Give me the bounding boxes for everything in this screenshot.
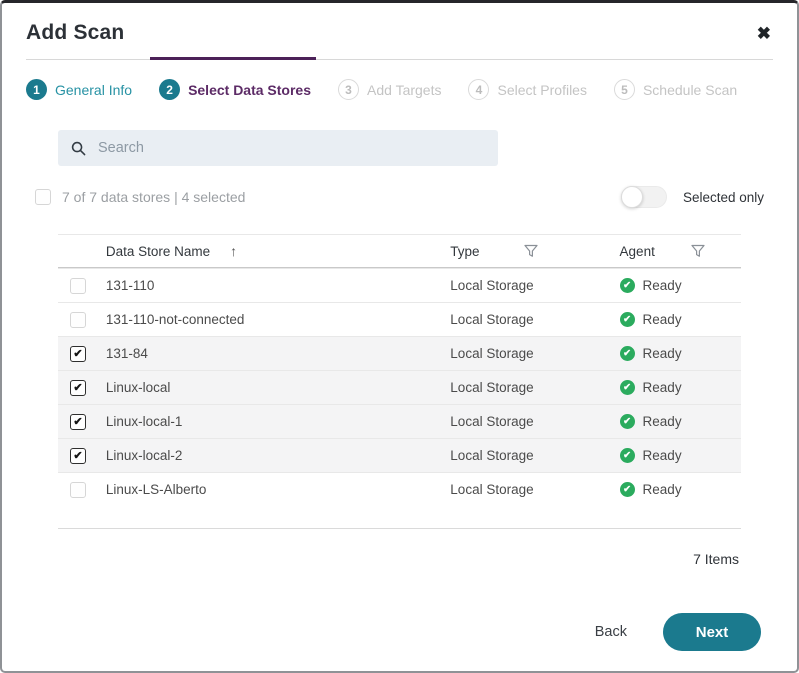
row-checkbox[interactable]: ✔ bbox=[70, 414, 86, 430]
filter-icon[interactable] bbox=[524, 244, 538, 258]
row-checkbox[interactable] bbox=[70, 278, 86, 294]
sort-asc-icon[interactable]: ↑ bbox=[230, 243, 237, 259]
table-row[interactable]: 131-110-not-connected Local Storage ✔ Re… bbox=[58, 302, 741, 336]
agent-status-cell: ✔ Ready bbox=[620, 448, 741, 463]
title-divider bbox=[26, 59, 773, 60]
status-label: Ready bbox=[643, 482, 682, 497]
step-number-badge: 4 bbox=[468, 79, 489, 100]
data-store-name-cell: 131-110 bbox=[106, 278, 450, 293]
step-item: 3 Add Targets bbox=[338, 79, 441, 100]
stepper: 1 General Info 2 Select Data Stores 3 Ad… bbox=[26, 79, 773, 100]
column-header-type[interactable]: Type bbox=[450, 244, 619, 259]
step-label: Select Data Stores bbox=[188, 82, 311, 98]
selection-summary-text: 7 of 7 data stores | 4 selected bbox=[62, 189, 245, 205]
table-header-row: Data Store Name ↑ Type Agent bbox=[58, 234, 741, 268]
row-checkbox[interactable]: ✔ bbox=[70, 448, 86, 464]
table-row[interactable]: 131-110 Local Storage ✔ Ready bbox=[58, 268, 741, 302]
data-store-name-cell: 131-84 bbox=[106, 346, 450, 361]
agent-status-cell: ✔ Ready bbox=[620, 414, 741, 429]
status-label: Ready bbox=[643, 312, 682, 327]
data-store-table: Data Store Name ↑ Type Agent bbox=[58, 234, 741, 506]
agent-status-cell: ✔ Ready bbox=[620, 482, 741, 497]
status-label: Ready bbox=[643, 414, 682, 429]
step-label: Select Profiles bbox=[497, 82, 586, 98]
row-checkbox[interactable]: ✔ bbox=[70, 346, 86, 362]
type-cell: Local Storage bbox=[450, 278, 619, 293]
search-icon bbox=[71, 141, 86, 156]
page-title: Add Scan bbox=[26, 21, 124, 45]
table-body: 131-110 Local Storage ✔ Ready 131-110-no… bbox=[58, 268, 741, 506]
status-ready-icon: ✔ bbox=[620, 380, 635, 395]
select-all-checkbox[interactable] bbox=[35, 189, 51, 205]
row-checkbox[interactable]: ✔ bbox=[70, 380, 86, 396]
step-item[interactable]: 2 Select Data Stores bbox=[159, 79, 311, 100]
data-store-name-cell: Linux-local-1 bbox=[106, 414, 450, 429]
next-button[interactable]: Next bbox=[663, 613, 761, 651]
items-count: 7 Items bbox=[26, 551, 739, 567]
status-ready-icon: ✔ bbox=[620, 482, 635, 497]
step-label: General Info bbox=[55, 82, 132, 98]
selected-only-toggle[interactable] bbox=[621, 186, 667, 208]
column-header-agent[interactable]: Agent bbox=[620, 244, 741, 259]
type-cell: Local Storage bbox=[450, 414, 619, 429]
status-ready-icon: ✔ bbox=[620, 448, 635, 463]
data-store-name-cell: Linux-local bbox=[106, 380, 450, 395]
agent-status-cell: ✔ Ready bbox=[620, 346, 741, 361]
status-label: Ready bbox=[643, 380, 682, 395]
selected-only-label: Selected only bbox=[683, 190, 764, 205]
agent-status-cell: ✔ Ready bbox=[620, 278, 741, 293]
row-checkbox[interactable] bbox=[70, 482, 86, 498]
add-scan-modal: Add Scan ✖ 1 General Info 2 Select Data … bbox=[0, 0, 799, 673]
column-header-name[interactable]: Data Store Name ↑ bbox=[106, 243, 450, 259]
table-row[interactable]: ✔ Linux-local Local Storage ✔ Ready bbox=[58, 370, 741, 404]
table-footer-divider bbox=[58, 528, 741, 529]
data-store-name-cell: 131-110-not-connected bbox=[106, 312, 450, 327]
table-row[interactable]: ✔ 131-84 Local Storage ✔ Ready bbox=[58, 336, 741, 370]
step-number-badge: 5 bbox=[614, 79, 635, 100]
status-ready-icon: ✔ bbox=[620, 346, 635, 361]
step-label: Schedule Scan bbox=[643, 82, 737, 98]
step-number-badge: 2 bbox=[159, 79, 180, 100]
step-item: 5 Schedule Scan bbox=[614, 79, 737, 100]
data-store-name-cell: Linux-LS-Alberto bbox=[106, 482, 450, 497]
step-progress-bar bbox=[150, 57, 316, 60]
table-row[interactable]: ✔ Linux-local-1 Local Storage ✔ Ready bbox=[58, 404, 741, 438]
table-row[interactable]: Linux-LS-Alberto Local Storage ✔ Ready bbox=[58, 472, 741, 506]
step-number-badge: 1 bbox=[26, 79, 47, 100]
type-cell: Local Storage bbox=[450, 312, 619, 327]
type-cell: Local Storage bbox=[450, 346, 619, 361]
step-number-badge: 3 bbox=[338, 79, 359, 100]
status-label: Ready bbox=[643, 448, 682, 463]
step-item: 4 Select Profiles bbox=[468, 79, 586, 100]
filter-icon[interactable] bbox=[691, 244, 705, 258]
toggle-knob bbox=[621, 186, 643, 208]
status-ready-icon: ✔ bbox=[620, 312, 635, 327]
back-button[interactable]: Back bbox=[589, 623, 633, 641]
type-cell: Local Storage bbox=[450, 448, 619, 463]
status-label: Ready bbox=[643, 278, 682, 293]
status-label: Ready bbox=[643, 346, 682, 361]
search-input[interactable] bbox=[96, 139, 485, 157]
step-label: Add Targets bbox=[367, 82, 441, 98]
table-row[interactable]: ✔ Linux-local-2 Local Storage ✔ Ready bbox=[58, 438, 741, 472]
search-box[interactable] bbox=[58, 130, 498, 166]
data-store-name-cell: Linux-local-2 bbox=[106, 448, 450, 463]
close-icon[interactable]: ✖ bbox=[755, 21, 773, 46]
status-ready-icon: ✔ bbox=[620, 414, 635, 429]
type-cell: Local Storage bbox=[450, 380, 619, 395]
status-ready-icon: ✔ bbox=[620, 278, 635, 293]
type-cell: Local Storage bbox=[450, 482, 619, 497]
agent-status-cell: ✔ Ready bbox=[620, 312, 741, 327]
row-checkbox[interactable] bbox=[70, 312, 86, 328]
step-item[interactable]: 1 General Info bbox=[26, 79, 132, 100]
agent-status-cell: ✔ Ready bbox=[620, 380, 741, 395]
